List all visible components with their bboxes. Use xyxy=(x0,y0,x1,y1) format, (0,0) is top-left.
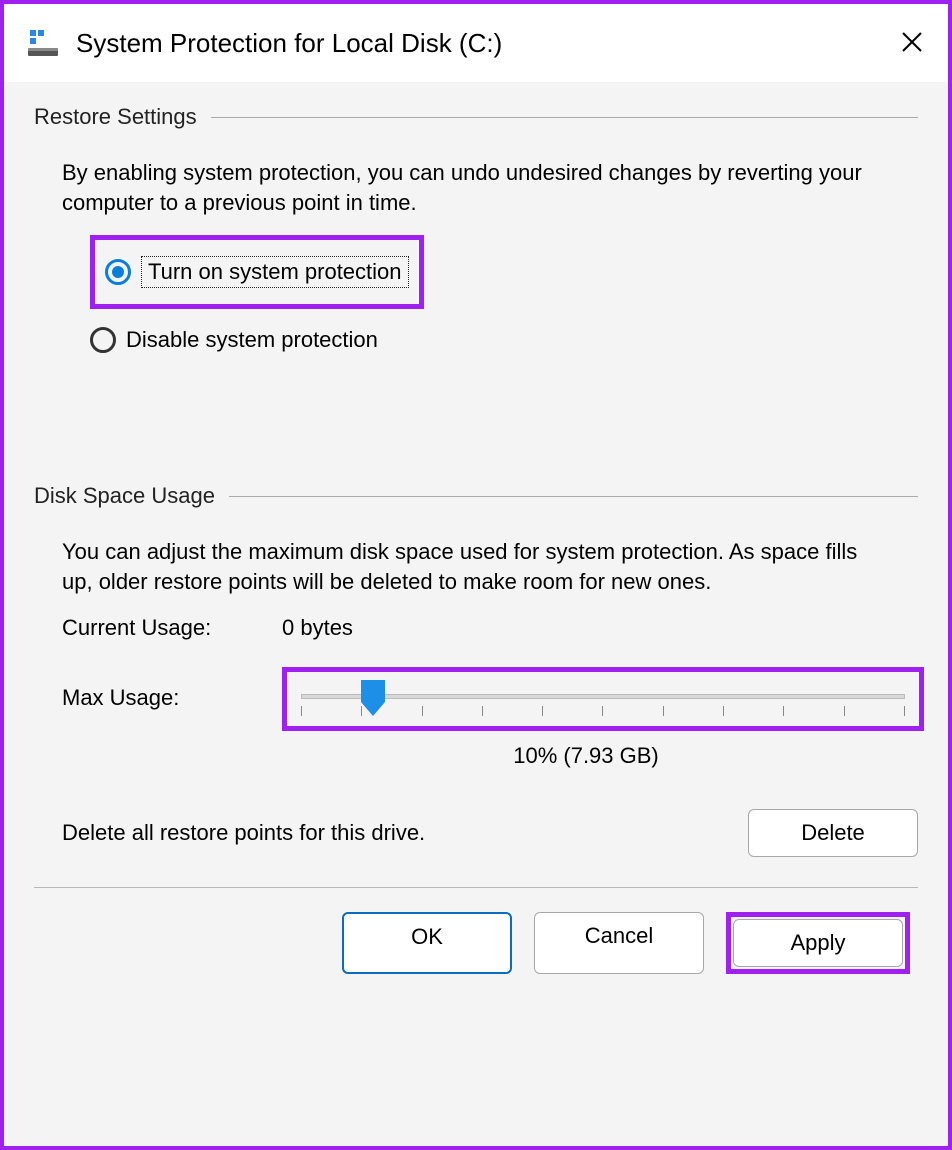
system-protection-dialog: System Protection for Local Disk (C:) Re… xyxy=(0,0,952,1150)
highlight-apply: Apply xyxy=(726,912,910,974)
dialog-buttons: OK Cancel Apply xyxy=(34,888,918,998)
max-usage-label: Max Usage: xyxy=(62,667,282,711)
close-icon xyxy=(902,32,922,52)
radio-icon xyxy=(105,259,131,285)
divider xyxy=(229,496,918,497)
divider xyxy=(211,117,918,118)
slider-ticks xyxy=(301,706,905,718)
apply-button[interactable]: Apply xyxy=(733,919,903,967)
radio-icon xyxy=(90,327,116,353)
disk-space-usage-group-header: Disk Space Usage xyxy=(34,483,918,509)
radio-turn-on-label: Turn on system protection xyxy=(141,256,409,288)
restore-settings-group-header: Restore Settings xyxy=(34,104,918,130)
highlight-turn-on: Turn on system protection xyxy=(90,235,424,309)
title-bar: System Protection for Local Disk (C:) xyxy=(4,4,948,82)
window-title: System Protection for Local Disk (C:) xyxy=(76,28,892,59)
current-usage-label: Current Usage: xyxy=(62,615,282,641)
drive-icon xyxy=(28,28,58,58)
current-usage-value: 0 bytes xyxy=(282,615,353,641)
max-usage-slider[interactable] xyxy=(301,684,905,722)
max-usage-value: 10% (7.93 GB) xyxy=(34,743,918,769)
delete-restore-points-row: Delete all restore points for this drive… xyxy=(34,809,918,857)
delete-button[interactable]: Delete xyxy=(748,809,918,857)
ok-button[interactable]: OK xyxy=(342,912,512,974)
restore-settings-label: Restore Settings xyxy=(34,104,197,130)
slider-track xyxy=(301,694,905,699)
delete-restore-points-text: Delete all restore points for this drive… xyxy=(62,820,728,846)
dialog-body: Restore Settings By enabling system prot… xyxy=(4,82,948,1146)
restore-options: Turn on system protection Disable system… xyxy=(34,235,918,363)
highlight-max-usage-slider xyxy=(282,667,924,731)
close-button[interactable] xyxy=(892,24,932,63)
radio-disable-system-protection[interactable]: Disable system protection xyxy=(90,327,918,353)
usage-description: You can adjust the maximum disk space us… xyxy=(34,537,918,596)
restore-description: By enabling system protection, you can u… xyxy=(34,158,918,217)
max-usage-row: Max Usage: xyxy=(34,667,918,731)
disk-space-usage-label: Disk Space Usage xyxy=(34,483,215,509)
radio-disable-label: Disable system protection xyxy=(126,327,378,353)
cancel-button[interactable]: Cancel xyxy=(534,912,704,974)
current-usage-row: Current Usage: 0 bytes xyxy=(34,615,918,641)
radio-turn-on-system-protection[interactable]: Turn on system protection xyxy=(105,256,409,288)
